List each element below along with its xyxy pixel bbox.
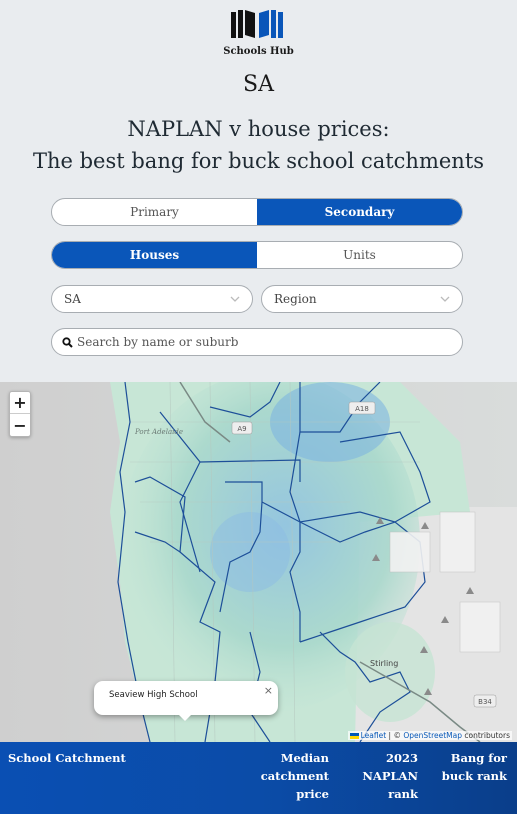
map-popup: Seaview High School × [94, 681, 278, 721]
page-title-line-2: The best bang for buck school catchments [32, 149, 485, 173]
search-box [51, 328, 463, 356]
books-icon [231, 10, 283, 38]
state-select-value: SA [64, 292, 81, 306]
column-label-line: 2023 [385, 751, 418, 765]
column-median-price[interactable]: Median catchment price [249, 749, 329, 803]
catchment-map[interactable]: A18 A9 B34 Stirling Port Adelaide + − Se… [0, 382, 517, 742]
attribution-suffix: contributors [462, 731, 510, 740]
column-naplan-rank[interactable]: 2023 NAPLAN rank [358, 749, 418, 803]
popup-close-button[interactable]: × [264, 684, 273, 697]
search-icon [62, 336, 73, 348]
town-label-stirling: Stirling [370, 659, 398, 668]
road-label-a9: A9 [237, 425, 246, 433]
suburb-label-port-adelaide: Port Adelaide [134, 428, 183, 436]
toggle-secondary[interactable]: Secondary [257, 199, 462, 225]
popup-tip [178, 714, 192, 721]
search-input[interactable] [77, 335, 437, 349]
chevron-down-icon [230, 296, 240, 302]
heat-stirling [345, 622, 435, 722]
page-title: NAPLAN v house prices: The best bang for… [0, 113, 517, 177]
region-select-value: Region [274, 292, 317, 306]
region-title: SA [243, 72, 274, 97]
column-school-catchment[interactable]: School Catchment [8, 749, 126, 767]
toggle-units[interactable]: Units [257, 242, 462, 268]
osm-link[interactable]: OpenStreetMap [403, 731, 462, 740]
column-label-line: price [296, 787, 329, 801]
map-zoom-control: + − [9, 391, 31, 437]
state-select[interactable]: SA [51, 285, 253, 313]
zoom-out-button[interactable]: − [10, 414, 30, 436]
school-level-toggle: Primary Secondary [51, 198, 463, 226]
column-bang-for-buck-rank[interactable]: Bang for buck rank [437, 749, 507, 785]
column-label-line: NAPLAN [362, 769, 418, 783]
property-type-toggle: Houses Units [51, 241, 463, 269]
popup-school-name: Seaview High School [109, 690, 198, 700]
toggle-primary[interactable]: Primary [52, 199, 257, 225]
road-label-b34: B34 [478, 698, 492, 706]
zoom-in-button[interactable]: + [10, 392, 30, 414]
region-select[interactable]: Region [261, 285, 463, 313]
column-label-line: Bang for [450, 751, 507, 765]
results-table-header: School Catchment Median catchment price … [0, 742, 517, 814]
page-title-line-1: NAPLAN v house prices: [127, 117, 390, 141]
column-label-line: catchment [260, 769, 329, 783]
toggle-houses[interactable]: Houses [52, 242, 257, 268]
ukraine-flag-icon [349, 733, 359, 739]
column-label-line: rank [388, 787, 418, 801]
chevron-down-icon [440, 296, 450, 302]
column-label-line: Median [280, 751, 329, 765]
road-label-a18: A18 [355, 405, 369, 413]
brand-name: Schools Hub [223, 46, 294, 57]
page-header: Schools Hub SA NAPLAN v house prices: Th… [0, 0, 517, 382]
column-label-line: buck rank [441, 769, 507, 783]
leaflet-link[interactable]: Leaflet [361, 731, 387, 740]
attribution-separator: | © [386, 731, 404, 740]
map-attribution: Leaflet | © OpenStreetMap contributors [347, 731, 512, 740]
